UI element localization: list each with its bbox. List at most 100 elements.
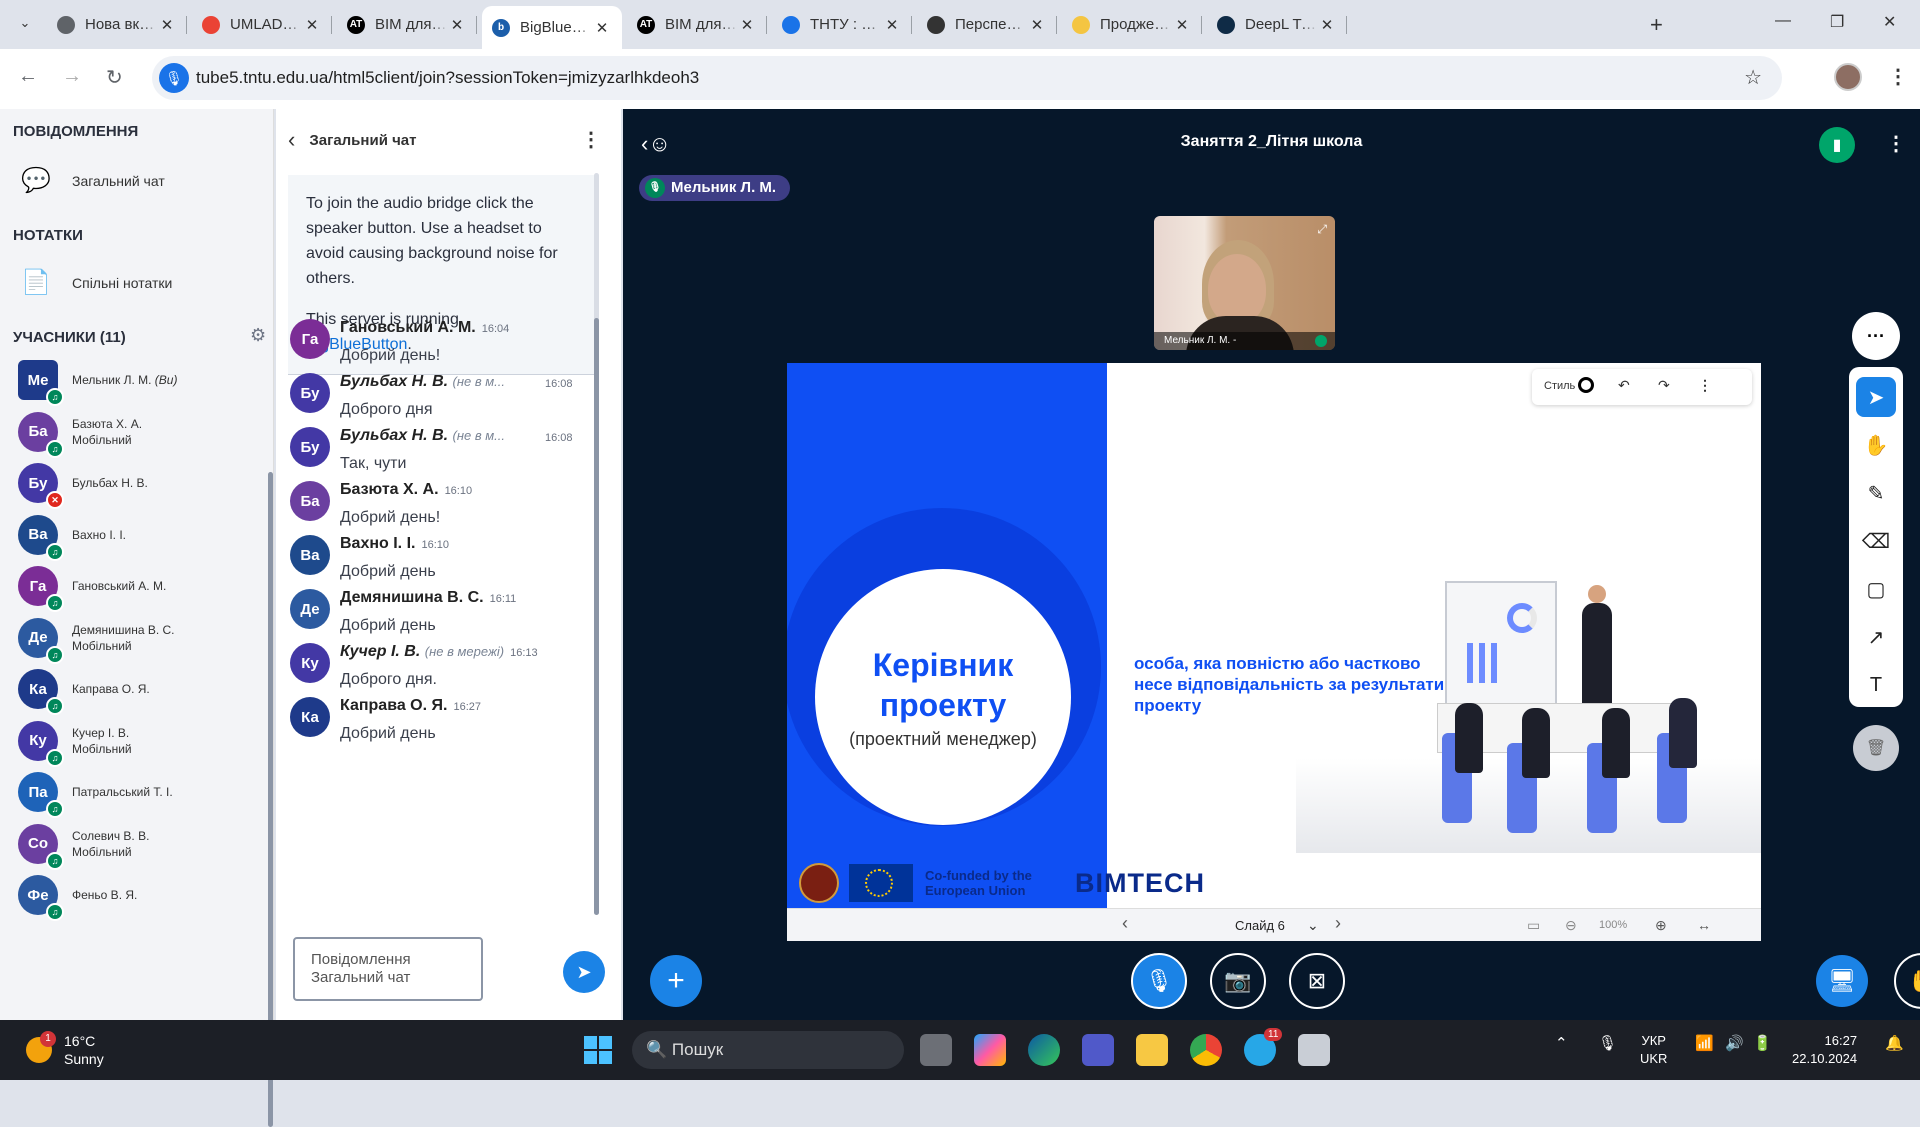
copilot-icon[interactable] <box>974 1034 1006 1066</box>
close-tab-icon[interactable]: ✕ <box>1172 16 1192 34</box>
participant-item[interactable]: Ме ♫ Мельник Л. М. (Ви) <box>18 360 177 406</box>
participant-item[interactable]: Га ♫ Гановський А. М. <box>18 566 166 612</box>
close-tab-icon[interactable]: ✕ <box>447 16 467 34</box>
clock[interactable]: 16:27 22.10.2024 <box>1792 1032 1857 1068</box>
talking-indicator[interactable]: 🎙 Мельник Л. М. <box>639 175 791 201</box>
battery-icon[interactable]: 🔋 <box>1753 1034 1772 1052</box>
task-view-icon[interactable] <box>920 1034 952 1066</box>
participant-item[interactable]: Ку ♫ Кучер І. В. Мобільний <box>18 720 132 767</box>
mic-indicator-icon[interactable]: 🎙 <box>159 63 189 93</box>
hand-tool-icon[interactable]: ✋ <box>1856 425 1896 465</box>
minimize-button[interactable]: — <box>1775 12 1791 30</box>
weather-widget[interactable]: 1 16°C Sunny <box>26 1031 104 1068</box>
profile-avatar[interactable] <box>1834 63 1862 91</box>
delete-icon[interactable]: 🗑 <box>1853 725 1899 771</box>
send-button[interactable]: ➤ <box>563 951 605 993</box>
url-text[interactable]: tube5.tntu.edu.ua/html5client/join?sessi… <box>196 68 699 88</box>
participant-item[interactable]: Бу ✕ Бульбах Н. В. <box>18 463 148 509</box>
browser-tab[interactable]: DeepL Translate✕ <box>1207 8 1347 41</box>
chrome-icon[interactable] <box>1190 1034 1222 1066</box>
input-language[interactable]: УКР UKR <box>1640 1032 1667 1068</box>
share-screen-button[interactable]: ⊠ <box>1289 953 1345 1009</box>
close-tab-icon[interactable]: ✕ <box>737 16 757 34</box>
redo-icon[interactable]: ↷ <box>1658 377 1670 394</box>
webcam-button[interactable]: 📷 <box>1210 953 1266 1009</box>
next-slide-button[interactable]: › <box>1335 913 1341 934</box>
edge-icon[interactable] <box>1028 1034 1060 1066</box>
forward-icon[interactable]: → <box>62 65 82 88</box>
tray-microphone-icon[interactable]: 🎙 <box>1598 1034 1617 1052</box>
browser-tab[interactable]: Нова вкладка✕ <box>47 8 187 41</box>
style-circle-icon[interactable] <box>1578 377 1594 393</box>
undo-icon[interactable]: ↶ <box>1618 377 1630 394</box>
raise-hand-button[interactable]: ✋ <box>1894 953 1920 1009</box>
bookmark-star-icon[interactable]: ☆ <box>1744 65 1762 90</box>
fit-to-width-icon[interactable]: ↔ <box>1697 917 1711 933</box>
pencil-tool-icon[interactable]: ✎ <box>1856 473 1896 513</box>
notifications-bell-icon[interactable]: 🔔 <box>1885 1034 1904 1052</box>
close-tab-icon[interactable]: ✕ <box>157 16 177 34</box>
browser-tab[interactable]: ТНТУ : Розклад✕ <box>772 8 912 41</box>
browser-tab[interactable]: UMLADUNG✕ <box>192 8 332 41</box>
file-explorer-icon[interactable] <box>1136 1034 1168 1066</box>
sidebar-item-shared-notes[interactable]: 📄 Спільні нотатки <box>20 267 172 299</box>
webcam-video[interactable]: ⤢ Мельник Л. М. - <box>1154 216 1335 350</box>
participant-item[interactable]: Де ♫ Демянишина В. С. Мобільний <box>18 617 175 664</box>
text-tool-icon[interactable]: T <box>1856 665 1896 705</box>
participant-item[interactable]: Ка ♫ Каправа О. Я. <box>18 669 150 715</box>
taskbar-search[interactable]: 🔍 Пошук <box>632 1031 904 1069</box>
chevron-left-icon[interactable]: ‹ <box>288 127 295 153</box>
omnibox[interactable]: 🎙 tube5.tntu.edu.ua/html5client/join?ses… <box>152 56 1782 100</box>
zoom-in-icon[interactable]: ⊕ <box>1655 917 1667 934</box>
chat-header[interactable]: ‹ Загальний чат <box>288 127 416 153</box>
meeting-options-icon[interactable]: ⋮ <box>1886 131 1906 156</box>
chat-message-input[interactable]: Повідомлення Загальний чат <box>293 937 483 1001</box>
close-tab-icon[interactable]: ✕ <box>302 16 322 34</box>
style-more-icon[interactable]: ⋮ <box>1698 377 1712 394</box>
zoom-out-icon[interactable]: ⊖ <box>1565 917 1577 934</box>
fullscreen-icon[interactable]: ⤢ <box>1317 222 1327 237</box>
volume-icon[interactable]: 🔊 <box>1725 1034 1744 1052</box>
tab-search-chevron-icon[interactable]: ⌄ <box>14 12 36 34</box>
close-tab-icon[interactable]: ✕ <box>592 19 612 37</box>
wifi-icon[interactable]: 📶 <box>1695 1034 1714 1052</box>
tray-chevron-up-icon[interactable]: ⌃ <box>1555 1034 1568 1052</box>
close-tab-icon[interactable]: ✕ <box>1027 16 1047 34</box>
arrow-tool-icon[interactable]: ↗ <box>1856 617 1896 657</box>
close-window-button[interactable]: ✕ <box>1883 12 1896 32</box>
telegram-icon[interactable]: 11 <box>1244 1028 1283 1066</box>
chat-options-icon[interactable]: ⋮ <box>581 127 601 152</box>
browser-tab[interactable]: b BigBlueButton✕ <box>482 6 622 49</box>
participant-item[interactable]: Ба ♫ Базюта Х. А. Мобільний <box>18 411 142 458</box>
participant-item[interactable]: Па ♫ Патральський Т. І. <box>18 772 173 818</box>
back-icon[interactable]: ← <box>18 65 38 88</box>
teams-icon[interactable] <box>1082 1034 1114 1066</box>
reload-icon[interactable]: ↻ <box>106 65 123 90</box>
sidebar-item-public-chat[interactable]: 💬 Загальний чат <box>20 165 165 197</box>
microphone-button[interactable]: 🎙 <box>1131 953 1187 1009</box>
eraser-tool-icon[interactable]: ⌫ <box>1856 521 1896 561</box>
participant-item[interactable]: Ва ♫ Вахно І. І. <box>18 514 126 561</box>
browser-tab[interactable]: Перспективи✕ <box>917 8 1057 41</box>
gear-icon[interactable]: ⚙ <box>250 325 266 346</box>
browser-tab[interactable]: AT BIM для реконструкції✕ <box>337 8 477 41</box>
actions-plus-button[interactable]: + <box>650 955 702 1007</box>
browser-tab[interactable]: AT BIM для реконструкції✕ <box>627 8 767 41</box>
chat-scrollbar-thumb[interactable] <box>594 318 599 915</box>
close-tab-icon[interactable]: ✕ <box>1317 16 1337 34</box>
rectangle-tool-icon[interactable]: ▢ <box>1856 569 1896 609</box>
connection-status-icon[interactable]: ▮ <box>1819 127 1855 163</box>
chevron-down-icon[interactable]: ⌄ <box>1307 917 1319 934</box>
presentation-toggle-button[interactable]: 🖥 <box>1816 955 1868 1007</box>
browser-tab[interactable]: Проджект менеджмент✕ <box>1062 8 1202 41</box>
select-tool-icon[interactable]: ➤ <box>1856 377 1896 417</box>
close-tab-icon[interactable]: ✕ <box>882 16 902 34</box>
restore-button[interactable]: ❐ <box>1830 12 1844 32</box>
participant-item[interactable]: Со ♫ Солевич В. В. Мобільний <box>18 823 149 870</box>
presentation-slide[interactable]: Керівник проекту (проектний менеджер) осо… <box>787 363 1761 941</box>
slide-page-selector[interactable]: Слайд 6 <box>1235 918 1285 933</box>
participant-item[interactable]: Фе ♫ Феньо В. Я. <box>18 875 137 921</box>
fit-width-icon[interactable]: ▭ <box>1527 917 1540 934</box>
browser-menu-icon[interactable]: ⋮ <box>1888 64 1908 89</box>
start-button[interactable] <box>584 1036 612 1064</box>
